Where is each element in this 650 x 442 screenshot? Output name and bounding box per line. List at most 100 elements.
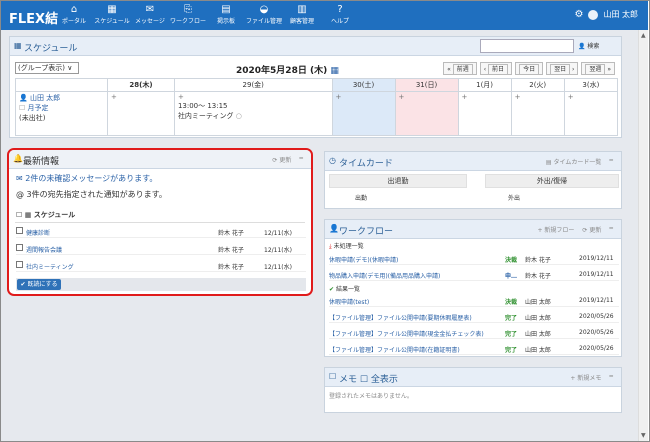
row-checkbox[interactable] (16, 227, 23, 234)
search-button[interactable]: 👤 検索 (578, 41, 599, 50)
settings-icon[interactable]: ⚙ (574, 9, 583, 20)
add-icon[interactable]: + (399, 93, 405, 101)
date-nav-button[interactable]: 翌日 › (546, 62, 579, 75)
group-select[interactable]: (グループ表示) ∨ (15, 62, 79, 74)
refresh-button[interactable]: ⟳ 更新 (582, 225, 601, 234)
news-item-title[interactable]: 健康診断 (26, 228, 50, 237)
refresh-button[interactable]: ⟳ 更新 (272, 155, 291, 164)
workflow-item-title[interactable]: 休暇申請(test) (329, 297, 369, 306)
list-item[interactable]: 週間報告会議 鈴木 花子 12/11(水) (16, 241, 306, 255)
day-header-fri[interactable]: 29(金) (173, 78, 333, 92)
show-all-checkbox[interactable]: ☐ (360, 375, 368, 385)
workflow-item-title[interactable]: 【ファイル管理】ファイル公開申請(在籍証明書) (329, 345, 460, 354)
nav-label: メッセージ (135, 18, 165, 25)
scroll-down-icon[interactable]: ▼ (641, 432, 646, 439)
collapse-icon[interactable]: ━ (609, 373, 613, 382)
workflow-item-date: 2019/12/11 (579, 255, 614, 262)
day-cell[interactable]: + (457, 91, 512, 136)
workflow-item-title[interactable]: 【ファイル管理】ファイル公開申請(現金金払チェック表) (329, 329, 484, 338)
collapse-icon[interactable]: ━ (299, 155, 303, 164)
day-header-thu[interactable]: 28(木) (107, 78, 175, 92)
event-title[interactable]: 社内ミーティング ○ (178, 111, 329, 121)
calendar-picker-icon[interactable]: ▦ (330, 66, 339, 76)
workflow-item-title[interactable]: 物品購入申請(デモ用)(備品用品購入申請) (329, 271, 440, 280)
add-icon[interactable]: + (111, 93, 117, 101)
day-cell[interactable]: + (563, 91, 619, 136)
mark-read-button[interactable]: ✔ 既読にする (17, 279, 61, 290)
day-cell[interactable]: + (331, 91, 396, 136)
day-header-wed[interactable]: 3(水) (563, 78, 619, 92)
new-memo-button[interactable]: + 新規メモ (570, 373, 601, 382)
collapse-icon[interactable]: ━ (609, 225, 613, 234)
nav-item-folder[interactable]: ◒ ファイル管理 (245, 4, 283, 25)
event-time[interactable]: 13:00～ 13:15 (178, 101, 329, 111)
date-nav-button[interactable]: 翌週 » (581, 62, 615, 75)
table-row[interactable]: 【ファイル管理】ファイル公開申請(要期休暇履歴表) 完了 山田 太郎 2020/05/… (329, 309, 619, 323)
app-logo[interactable]: FLEX結 (9, 8, 58, 27)
table-row[interactable]: 【ファイル管理】ファイル公開申請(現金金払チェック表) 完了 山田 太郎 2020/0… (329, 325, 619, 339)
add-icon[interactable]: + (568, 93, 574, 101)
date-nav-button[interactable]: 今日 (515, 62, 544, 75)
nav-item-home[interactable]: ⌂ ポータル (55, 4, 93, 25)
day-cell[interactable]: + (510, 91, 565, 136)
day-cell[interactable]: + (394, 91, 459, 136)
calendar-icon: ▦ (107, 4, 117, 15)
workflow-item-title[interactable]: 休暇申請(デモ)(休暇申請) (329, 255, 398, 264)
monthly-plan-link[interactable]: 月予定 (28, 104, 49, 112)
out-return-button[interactable]: 外出/復帰 (485, 174, 619, 188)
memo-empty-text: 登録されたメモはありません。 (329, 393, 413, 400)
nav-item-customer[interactable]: ▥ 顧客管理 (283, 4, 321, 25)
nav-item-help[interactable]: ? ヘルプ (321, 4, 359, 25)
folder-icon: ◒ (259, 4, 269, 15)
table-row[interactable]: 休暇申請(test) 決裁 山田 太郎 2019/12/11 (329, 293, 619, 307)
table-row[interactable]: 休暇申請(デモ)(休暇申請) 決裁 鈴木 花子 2019/12/11 (329, 251, 619, 265)
add-icon[interactable]: + (178, 93, 184, 101)
download-icon: ⤓ (329, 243, 332, 250)
row-checkbox[interactable] (16, 244, 23, 251)
scrollbar[interactable]: ▲ ▼ (638, 30, 648, 441)
collapse-icon[interactable]: ━ (609, 157, 613, 166)
workflow-item-date: 2020/05/26 (579, 345, 614, 352)
clock-in-button[interactable]: 出退勤 (329, 174, 467, 188)
home-icon: ⌂ (70, 4, 78, 15)
news-item-user: 鈴木 花子 (218, 264, 244, 271)
add-icon[interactable]: + (462, 93, 468, 101)
scroll-up-icon[interactable]: ▲ (641, 32, 646, 39)
news-item-title[interactable]: 週間報告会議 (26, 245, 62, 254)
workflow-item-title[interactable]: 【ファイル管理】ファイル公開申請(要期休暇履歴表) (329, 313, 472, 322)
unread-message-link[interactable]: ✉ 2件の未確認メッセージがあります。 (16, 173, 157, 184)
memo-header: ☐ メモ ☐ 全表示 + 新規メモ ━ (325, 368, 621, 387)
workflow-item-user: 鈴木 花子 (525, 273, 551, 280)
table-row[interactable]: 物品購入申請(デモ用)(備品用品購入申請) 申… 鈴木 花子 2019/12/11 (329, 267, 619, 281)
nav-item-calendar[interactable]: ▦ スケジュール (93, 4, 131, 25)
select-all-checkbox[interactable]: ☐ (16, 211, 22, 219)
user-name[interactable]: 山田 太郎 (603, 9, 638, 20)
schedule-user-name[interactable]: 山田 太郎 (30, 94, 60, 102)
timecard-panel: ◷ タイムカード ▤ タイムカード一覧 ━ 出退勤 外出/復帰 出勤 外出 (324, 151, 622, 209)
day-header-mon[interactable]: 1(月) (457, 78, 512, 92)
row-checkbox[interactable] (16, 261, 23, 268)
day-header-tue[interactable]: 2(火) (510, 78, 565, 92)
news-item-title[interactable]: 社内ミーティング (26, 262, 74, 271)
add-icon[interactable]: + (336, 93, 342, 101)
day-header-sat[interactable]: 30(土) (331, 78, 396, 92)
date-nav-button[interactable]: « 前週 (443, 62, 477, 75)
add-icon[interactable]: + (515, 93, 521, 101)
new-flow-button[interactable]: + 新規フロー (537, 225, 574, 234)
notice-link[interactable]: @ 3件の宛先指定された通知があります。 (16, 189, 167, 200)
timecard-list-link[interactable]: ▤ タイムカード一覧 (546, 157, 601, 166)
list-item[interactable]: 社内ミーティング 鈴木 花子 12/11(水) (16, 258, 306, 272)
table-row[interactable]: 【ファイル管理】ファイル公開申請(在籍証明書) 完了 山田 太郎 2020/05/26 (329, 341, 619, 355)
person-icon: 👤 (329, 224, 339, 233)
nav-item-mail[interactable]: ✉ メッセージ (131, 4, 169, 25)
date-nav-button[interactable]: ‹ 前日 (479, 62, 513, 75)
nav-item-workflow[interactable]: ⎘ ワークフロー (169, 4, 207, 25)
user-icon: 👤 (19, 94, 28, 102)
search-input[interactable] (480, 39, 574, 53)
day-cell[interactable]: + (107, 91, 175, 136)
day-cell[interactable]: + 13:00～ 13:15 社内ミーティング ○ (173, 91, 333, 136)
list-item[interactable]: 健康診断 鈴木 花子 12/11(水) (16, 224, 306, 238)
plan-checkbox[interactable]: ☐ (19, 104, 25, 112)
nav-item-board[interactable]: ▤ 掲示板 (207, 4, 245, 25)
day-header-sun[interactable]: 31(日) (394, 78, 459, 92)
